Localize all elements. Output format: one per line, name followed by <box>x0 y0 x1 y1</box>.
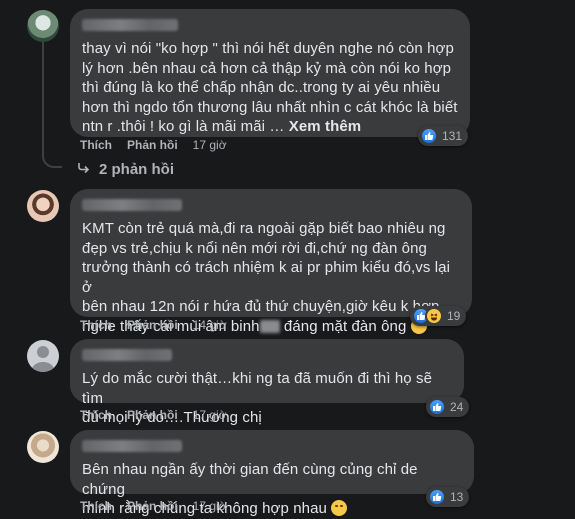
comment-actions: Thích Phản hồi 17 giờ <box>80 138 227 152</box>
comment-timestamp[interactable]: 17 giờ <box>193 138 227 152</box>
replies-count-label[interactable]: 2 phản hồi <box>99 161 174 178</box>
redacted-word <box>259 319 280 333</box>
comment-bubble: Lý do mắc cười thật…khi ng ta đã muốn đi… <box>70 339 464 426</box>
comment-timestamp[interactable]: 17 giờ <box>193 408 227 422</box>
author-name-blurred[interactable] <box>82 349 172 361</box>
comment-actions: Thích Phản hồi 14 giờ <box>80 318 227 332</box>
like-button[interactable]: Thích <box>80 138 112 152</box>
reaction-count: 24 <box>450 400 464 414</box>
author-name-blurred[interactable] <box>82 19 178 31</box>
comment-actions: Thích Phản hồi 17 giờ <box>80 408 227 422</box>
avatar[interactable] <box>27 340 59 372</box>
like-icon <box>428 398 446 416</box>
like-button[interactable]: Thích <box>80 499 112 513</box>
like-button[interactable]: Thích <box>80 318 112 332</box>
reply-button[interactable]: Phản hồi <box>127 318 178 332</box>
author-name-blurred[interactable] <box>82 440 182 452</box>
thread-connector-line <box>42 40 62 168</box>
reply-button[interactable]: Phản hồi <box>127 138 178 152</box>
comment-text: thay vì nói "ko hợp " thì nói hết duyên … <box>82 40 458 135</box>
reply-button[interactable]: Phản hồi <box>127 408 178 422</box>
smiling-emoji-icon <box>331 500 348 516</box>
comment-actions: Thích Phản hồi 17 giờ <box>80 499 227 513</box>
view-replies-button[interactable]: 2 phản hồi <box>77 160 174 178</box>
reaction-summary[interactable]: 24 <box>426 397 470 417</box>
reply-arrow-icon <box>77 160 91 178</box>
author-name-blurred[interactable] <box>82 199 182 211</box>
comment-timestamp[interactable]: 17 giờ <box>193 499 227 513</box>
comment-bubble: KMT còn trẻ quá mà,đi ra ngoài gặp biết … <box>70 189 472 335</box>
reaction-count: 19 <box>447 309 461 323</box>
reaction-count: 13 <box>450 490 464 504</box>
like-icon <box>428 488 446 506</box>
reply-button[interactable]: Phản hồi <box>127 499 178 513</box>
avatar[interactable] <box>27 431 59 463</box>
reaction-count: 131 <box>442 129 463 143</box>
like-button[interactable]: Thích <box>80 408 112 422</box>
comment-bubble: Bên nhau ngần ấy thời gian đến cùng củng… <box>70 430 474 517</box>
see-more-link[interactable]: Xem thêm <box>289 118 362 135</box>
avatar[interactable] <box>27 10 59 42</box>
reaction-summary[interactable]: 13 <box>426 487 470 507</box>
reaction-summary[interactable]: 131 <box>418 126 469 146</box>
haha-icon <box>425 307 443 325</box>
reaction-summary[interactable]: 19 <box>410 306 467 326</box>
like-icon <box>420 127 438 145</box>
comment-timestamp[interactable]: 14 giờ <box>193 318 227 332</box>
comment-bubble: thay vì nói "ko hợp " thì nói hết duyên … <box>70 9 470 137</box>
avatar[interactable] <box>27 190 59 222</box>
